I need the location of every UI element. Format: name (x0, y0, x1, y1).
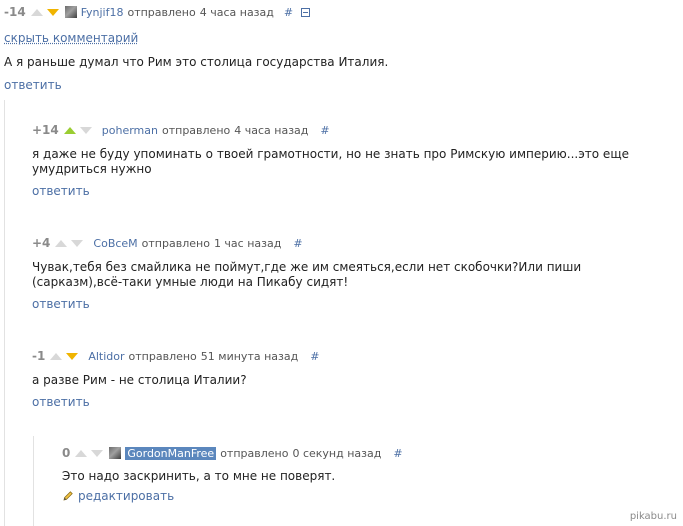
comment-meta: +4 CoBceM отправлено 1 час назад # (32, 235, 672, 251)
comment-meta: -14 Fynjif18 отправлено 4 часа назад # (4, 4, 674, 20)
reply-link[interactable]: ответить (32, 395, 90, 409)
reply-link[interactable]: ответить (32, 184, 90, 198)
rating: 0 (62, 446, 71, 460)
pencil-icon[interactable] (62, 490, 74, 502)
downvote-icon[interactable] (66, 352, 79, 360)
author-link[interactable]: Altidor (88, 350, 124, 363)
reply-link[interactable]: ответить (32, 297, 90, 311)
rating: +4 (32, 236, 51, 250)
rating: +14 (32, 123, 59, 137)
thread-line-level-1 (4, 100, 5, 526)
permalink[interactable]: # (393, 447, 402, 460)
downvote-icon[interactable] (91, 449, 104, 457)
timestamp: 4 часа назад (234, 123, 309, 137)
comment-meta: 0 GordonManFree отправлено 0 секунд наза… (62, 445, 662, 461)
avatar[interactable] (64, 6, 77, 18)
sent-label: отправлено (127, 5, 196, 19)
reply-link[interactable]: ответить (4, 78, 62, 92)
collapse-icon[interactable] (301, 7, 311, 17)
sent-label: отправлено (161, 123, 231, 137)
rating: -1 (32, 349, 46, 363)
comment-gordonmanfree: 0 GordonManFree отправлено 0 секунд наза… (62, 445, 662, 503)
upvote-icon[interactable] (55, 239, 68, 247)
thread-line-level-2 (33, 436, 34, 526)
timestamp: 0 секунд назад (292, 446, 382, 460)
edit-link[interactable]: редактировать (78, 489, 174, 503)
author-link[interactable]: poherman (102, 124, 158, 137)
comment-fynjif18: -14 Fynjif18 отправлено 4 часа назад # с… (4, 4, 674, 93)
watermark: pikabu.ru (629, 511, 677, 522)
timestamp: 51 минута назад (200, 349, 299, 363)
hide-comment-link[interactable]: скрыть комментарий (4, 31, 138, 45)
comment-poherman: +14 poherman отправлено 4 часа назад # я… (32, 122, 672, 199)
downvote-icon[interactable] (79, 126, 92, 134)
permalink[interactable]: # (293, 237, 302, 250)
comment-cobcem: +4 CoBceM отправлено 1 час назад # Чувак… (32, 235, 672, 312)
sent-label: отправлено (220, 446, 289, 460)
upvote-icon[interactable] (50, 352, 63, 360)
comment-meta: +14 poherman отправлено 4 часа назад # (32, 122, 672, 138)
author-link[interactable]: Fynjif18 (81, 6, 124, 19)
author-link[interactable]: GordonManFree (125, 446, 217, 460)
downvote-icon[interactable] (71, 239, 84, 247)
comment-meta: -1 Altidor отправлено 51 минута назад # (32, 348, 672, 364)
upvote-icon[interactable] (63, 126, 76, 134)
author-link[interactable]: CoBceM (93, 237, 137, 250)
downvote-icon[interactable] (46, 8, 59, 16)
avatar[interactable] (109, 447, 122, 459)
comment-altidor: -1 Altidor отправлено 51 минута назад # … (32, 348, 672, 410)
upvote-icon[interactable] (75, 449, 88, 457)
permalink[interactable]: # (284, 6, 293, 19)
comment-text: я даже не буду упоминать о твоей грамотн… (32, 147, 629, 176)
comment-text: Чувак,тебя без смайлика не поймут,где же… (32, 260, 582, 289)
sent-label: отправлено (141, 236, 210, 250)
permalink[interactable]: # (310, 350, 319, 363)
comment-text: Это надо заскринить, а то мне не поверят… (62, 469, 336, 483)
upvote-icon[interactable] (30, 8, 43, 16)
timestamp: 4 часа назад (199, 5, 274, 19)
comment-text: а разве Рим - не столица Италии? (32, 373, 247, 387)
timestamp: 1 час назад (213, 236, 282, 250)
comment-text: А я раньше думал что Рим это столица гос… (4, 55, 389, 69)
sent-label: отправлено (128, 349, 197, 363)
rating: -14 (4, 5, 26, 19)
permalink[interactable]: # (320, 124, 329, 137)
